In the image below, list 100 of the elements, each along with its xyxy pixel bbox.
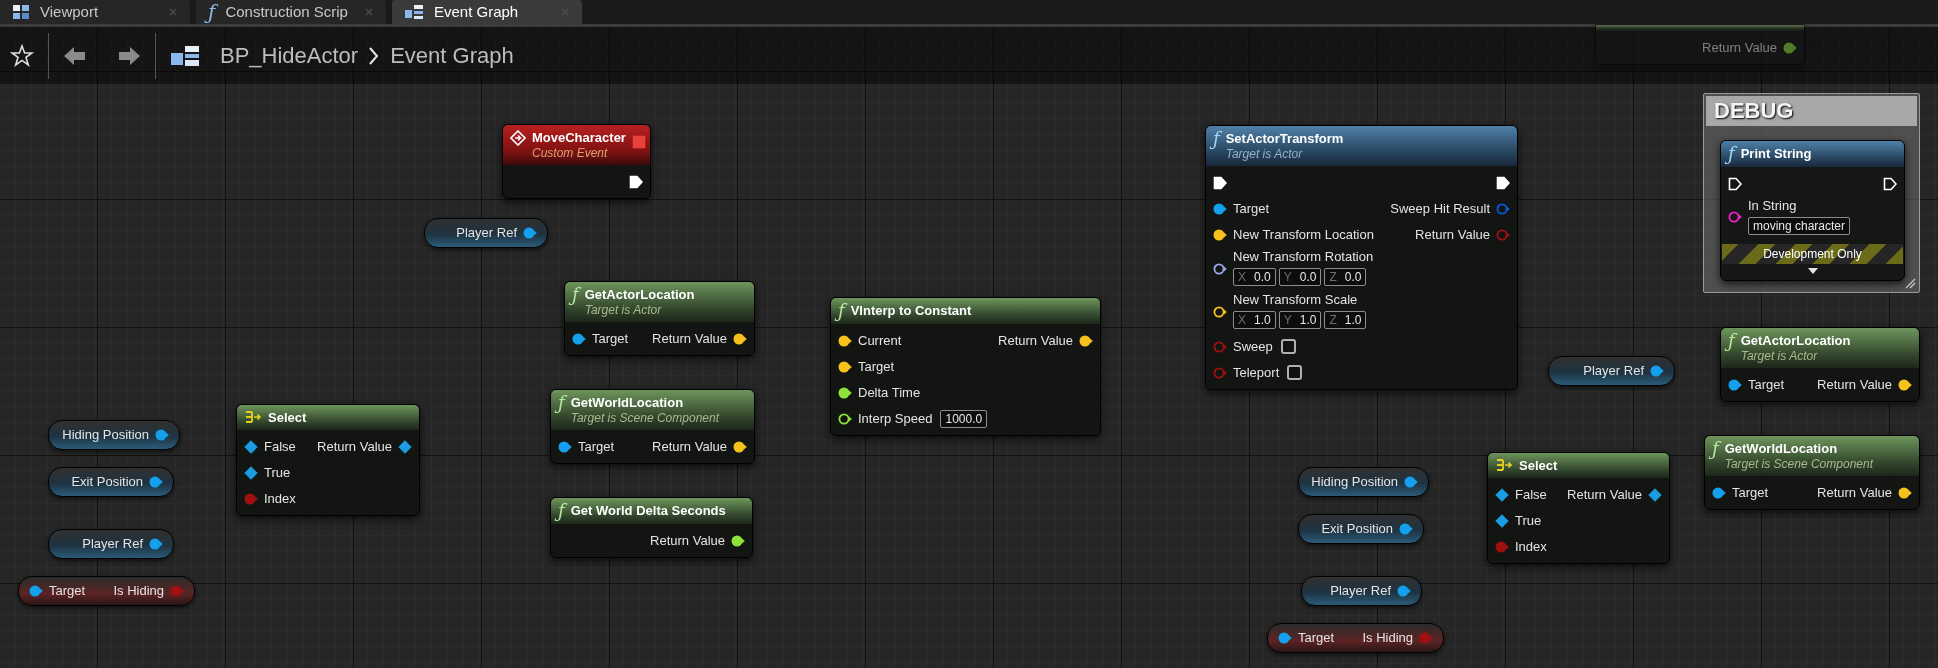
checkbox[interactable] <box>1280 339 1296 354</box>
vector-field[interactable]: Y 0.0 <box>1278 268 1322 286</box>
pin-icon[interactable] <box>1650 364 1664 378</box>
property-node[interactable]: Target Is Hiding <box>18 576 195 606</box>
diamond-pin-icon[interactable] <box>244 465 258 480</box>
pin-icon[interactable] <box>1213 262 1227 276</box>
diamond-pin-icon[interactable] <box>1495 487 1509 502</box>
back-arrow-icon[interactable] <box>63 44 87 67</box>
pin-icon[interactable] <box>838 411 852 426</box>
pin-icon[interactable] <box>733 439 747 454</box>
pin-icon[interactable] <box>1898 377 1912 392</box>
star-icon[interactable] <box>10 43 34 68</box>
node-title: GetActorLocation <box>584 286 695 303</box>
checkbox[interactable] <box>1287 365 1303 380</box>
graph-node[interactable]: ƒ Get World Delta Seconds Return Value <box>550 497 753 558</box>
variable-node[interactable]: Player Ref <box>1548 356 1675 386</box>
resize-grip-icon[interactable] <box>1904 277 1916 289</box>
diamond-pin-icon[interactable] <box>1495 513 1509 528</box>
variable-node[interactable]: Player Ref <box>1301 576 1422 606</box>
node-header[interactable]: Select <box>237 405 419 430</box>
field-value: 0.0 <box>1299 269 1317 285</box>
node-header[interactable]: MoveCharacter Custom Event <box>503 125 650 165</box>
pin-icon[interactable] <box>838 385 852 400</box>
graph-node[interactable]: ƒ Print String In String moving character Development Only <box>1720 140 1905 281</box>
graph-node[interactable]: ƒ GetWorldLocation Target is Scene Component Target Return Value <box>1704 435 1920 510</box>
pin-label: Interp Speed <box>858 410 933 427</box>
graph-node[interactable]: ƒ GetActorLocation Target is Actor Target Return Value <box>1720 327 1920 402</box>
variable-node[interactable]: Player Ref <box>424 218 548 248</box>
pin-icon[interactable] <box>1728 377 1742 392</box>
exec-pin-icon[interactable] <box>629 174 643 189</box>
vector-field[interactable]: Y 1.0 <box>1278 311 1322 329</box>
tab[interactable]: Viewport <box>0 0 190 24</box>
graph-node[interactable]: Select False Return Value True Index <box>236 404 420 516</box>
vector-field[interactable]: Z 1.0 <box>1324 311 1367 329</box>
breadcrumb-link[interactable]: BP_HideActor <box>220 39 359 72</box>
pin-icon[interactable] <box>1404 475 1418 489</box>
variable-node[interactable]: Exit Position <box>1298 514 1424 544</box>
variable-node[interactable]: Exit Position <box>48 467 174 497</box>
pin-icon[interactable] <box>1213 227 1227 242</box>
pin-icon[interactable] <box>523 226 537 240</box>
pin-icon[interactable] <box>149 537 163 551</box>
pin-icon[interactable] <box>1213 305 1227 319</box>
value-field[interactable]: 1000.0 <box>940 409 988 428</box>
variable-node[interactable]: Hiding Position <box>48 420 180 450</box>
pin-icon[interactable] <box>149 475 163 489</box>
node-header[interactable]: ƒ Get World Delta Seconds <box>551 498 752 524</box>
graph-node[interactable]: ƒ VInterp to Constant Current Return Value Target Delta Time Interp Speed 1000.0 <box>830 297 1101 436</box>
node-header[interactable]: Select <box>1488 453 1669 478</box>
exec-pin-icon[interactable] <box>1496 175 1510 190</box>
pin-icon[interactable] <box>1079 333 1093 348</box>
pin-icon[interactable] <box>1712 485 1726 500</box>
node-header[interactable]: ƒ GetWorldLocation Target is Scene Component <box>1705 436 1919 476</box>
node-header[interactable]: ƒ Print String <box>1721 141 1904 167</box>
axis-label: Y <box>1283 269 1292 285</box>
graph-node[interactable]: ƒ SetActorTransform Target is Actor Target Sweep Hit Result New Transform Location Return Value New Transform Rotation X 0.0 Y 0.0 Z 0.0 New Transform Scale X 1.0 Y 1.0 Z 1.0 Sweep Teleport <box>1205 125 1518 390</box>
pin-icon[interactable] <box>29 584 43 598</box>
pin-icon[interactable] <box>838 333 852 348</box>
pin-icon[interactable] <box>155 428 169 442</box>
pin-icon[interactable] <box>731 533 745 548</box>
pin-icon[interactable] <box>733 331 747 346</box>
node-title: Print String <box>1740 145 1812 162</box>
exec-pin-icon[interactable] <box>1883 176 1897 191</box>
exec-pin-icon[interactable] <box>1213 175 1227 190</box>
tab[interactable]: Event Graph <box>392 0 582 24</box>
diamond-pin-icon[interactable] <box>398 439 412 454</box>
pin-icon[interactable] <box>1898 485 1912 500</box>
diamond-pin-icon[interactable] <box>244 439 258 454</box>
vector-field[interactable]: Z 0.0 <box>1324 268 1367 286</box>
graph-node[interactable]: MoveCharacter Custom Event <box>502 124 651 199</box>
pin-icon[interactable] <box>1399 522 1413 536</box>
pin-icon[interactable] <box>572 331 586 346</box>
diamond-pin-icon[interactable] <box>1648 487 1662 502</box>
pin-icon[interactable] <box>1278 631 1292 645</box>
graph-node[interactable]: ƒ GetActorLocation Target is Actor Target Return Value <box>564 281 755 356</box>
value-field[interactable]: moving character <box>1748 217 1851 235</box>
exec-pin-icon[interactable] <box>1728 176 1742 191</box>
tab[interactable]: ƒ Construction Scrip <box>196 0 386 24</box>
vector-field[interactable]: X 1.0 <box>1233 311 1276 329</box>
graph-node[interactable]: Select False Return Value True Index <box>1487 452 1670 564</box>
property-node[interactable]: Target Is Hiding <box>1267 623 1444 653</box>
node-header[interactable]: ƒ SetActorTransform Target is Actor <box>1206 126 1517 166</box>
node-header[interactable]: ƒ GetActorLocation Target is Actor <box>565 282 754 322</box>
pin-icon[interactable] <box>558 439 572 454</box>
axis-label: Z <box>1329 269 1337 285</box>
pin-icon[interactable] <box>1213 201 1227 216</box>
node-header[interactable]: ƒ GetWorldLocation Target is Scene Component <box>551 390 754 430</box>
pin-icon[interactable] <box>1397 584 1411 598</box>
pin-icon[interactable] <box>1728 209 1742 224</box>
pin-icon[interactable] <box>838 359 852 374</box>
vector-field[interactable]: X 0.0 <box>1233 268 1276 286</box>
graph-node[interactable]: ƒ GetWorldLocation Target is Scene Component Target Return Value <box>550 389 755 464</box>
node-header[interactable]: ƒ GetActorLocation Target is Actor <box>1721 328 1919 368</box>
pin-label: False <box>1515 486 1547 503</box>
node-header[interactable]: ƒ VInterp to Constant <box>831 298 1100 324</box>
pin-label: Index <box>264 490 296 507</box>
variable-node[interactable]: Hiding Position <box>1298 467 1429 497</box>
expand-arrow-icon[interactable] <box>1806 267 1819 275</box>
node-title: SetActorTransform <box>1225 130 1344 147</box>
forward-arrow-icon[interactable] <box>117 44 141 67</box>
variable-node[interactable]: Player Ref <box>48 529 174 559</box>
